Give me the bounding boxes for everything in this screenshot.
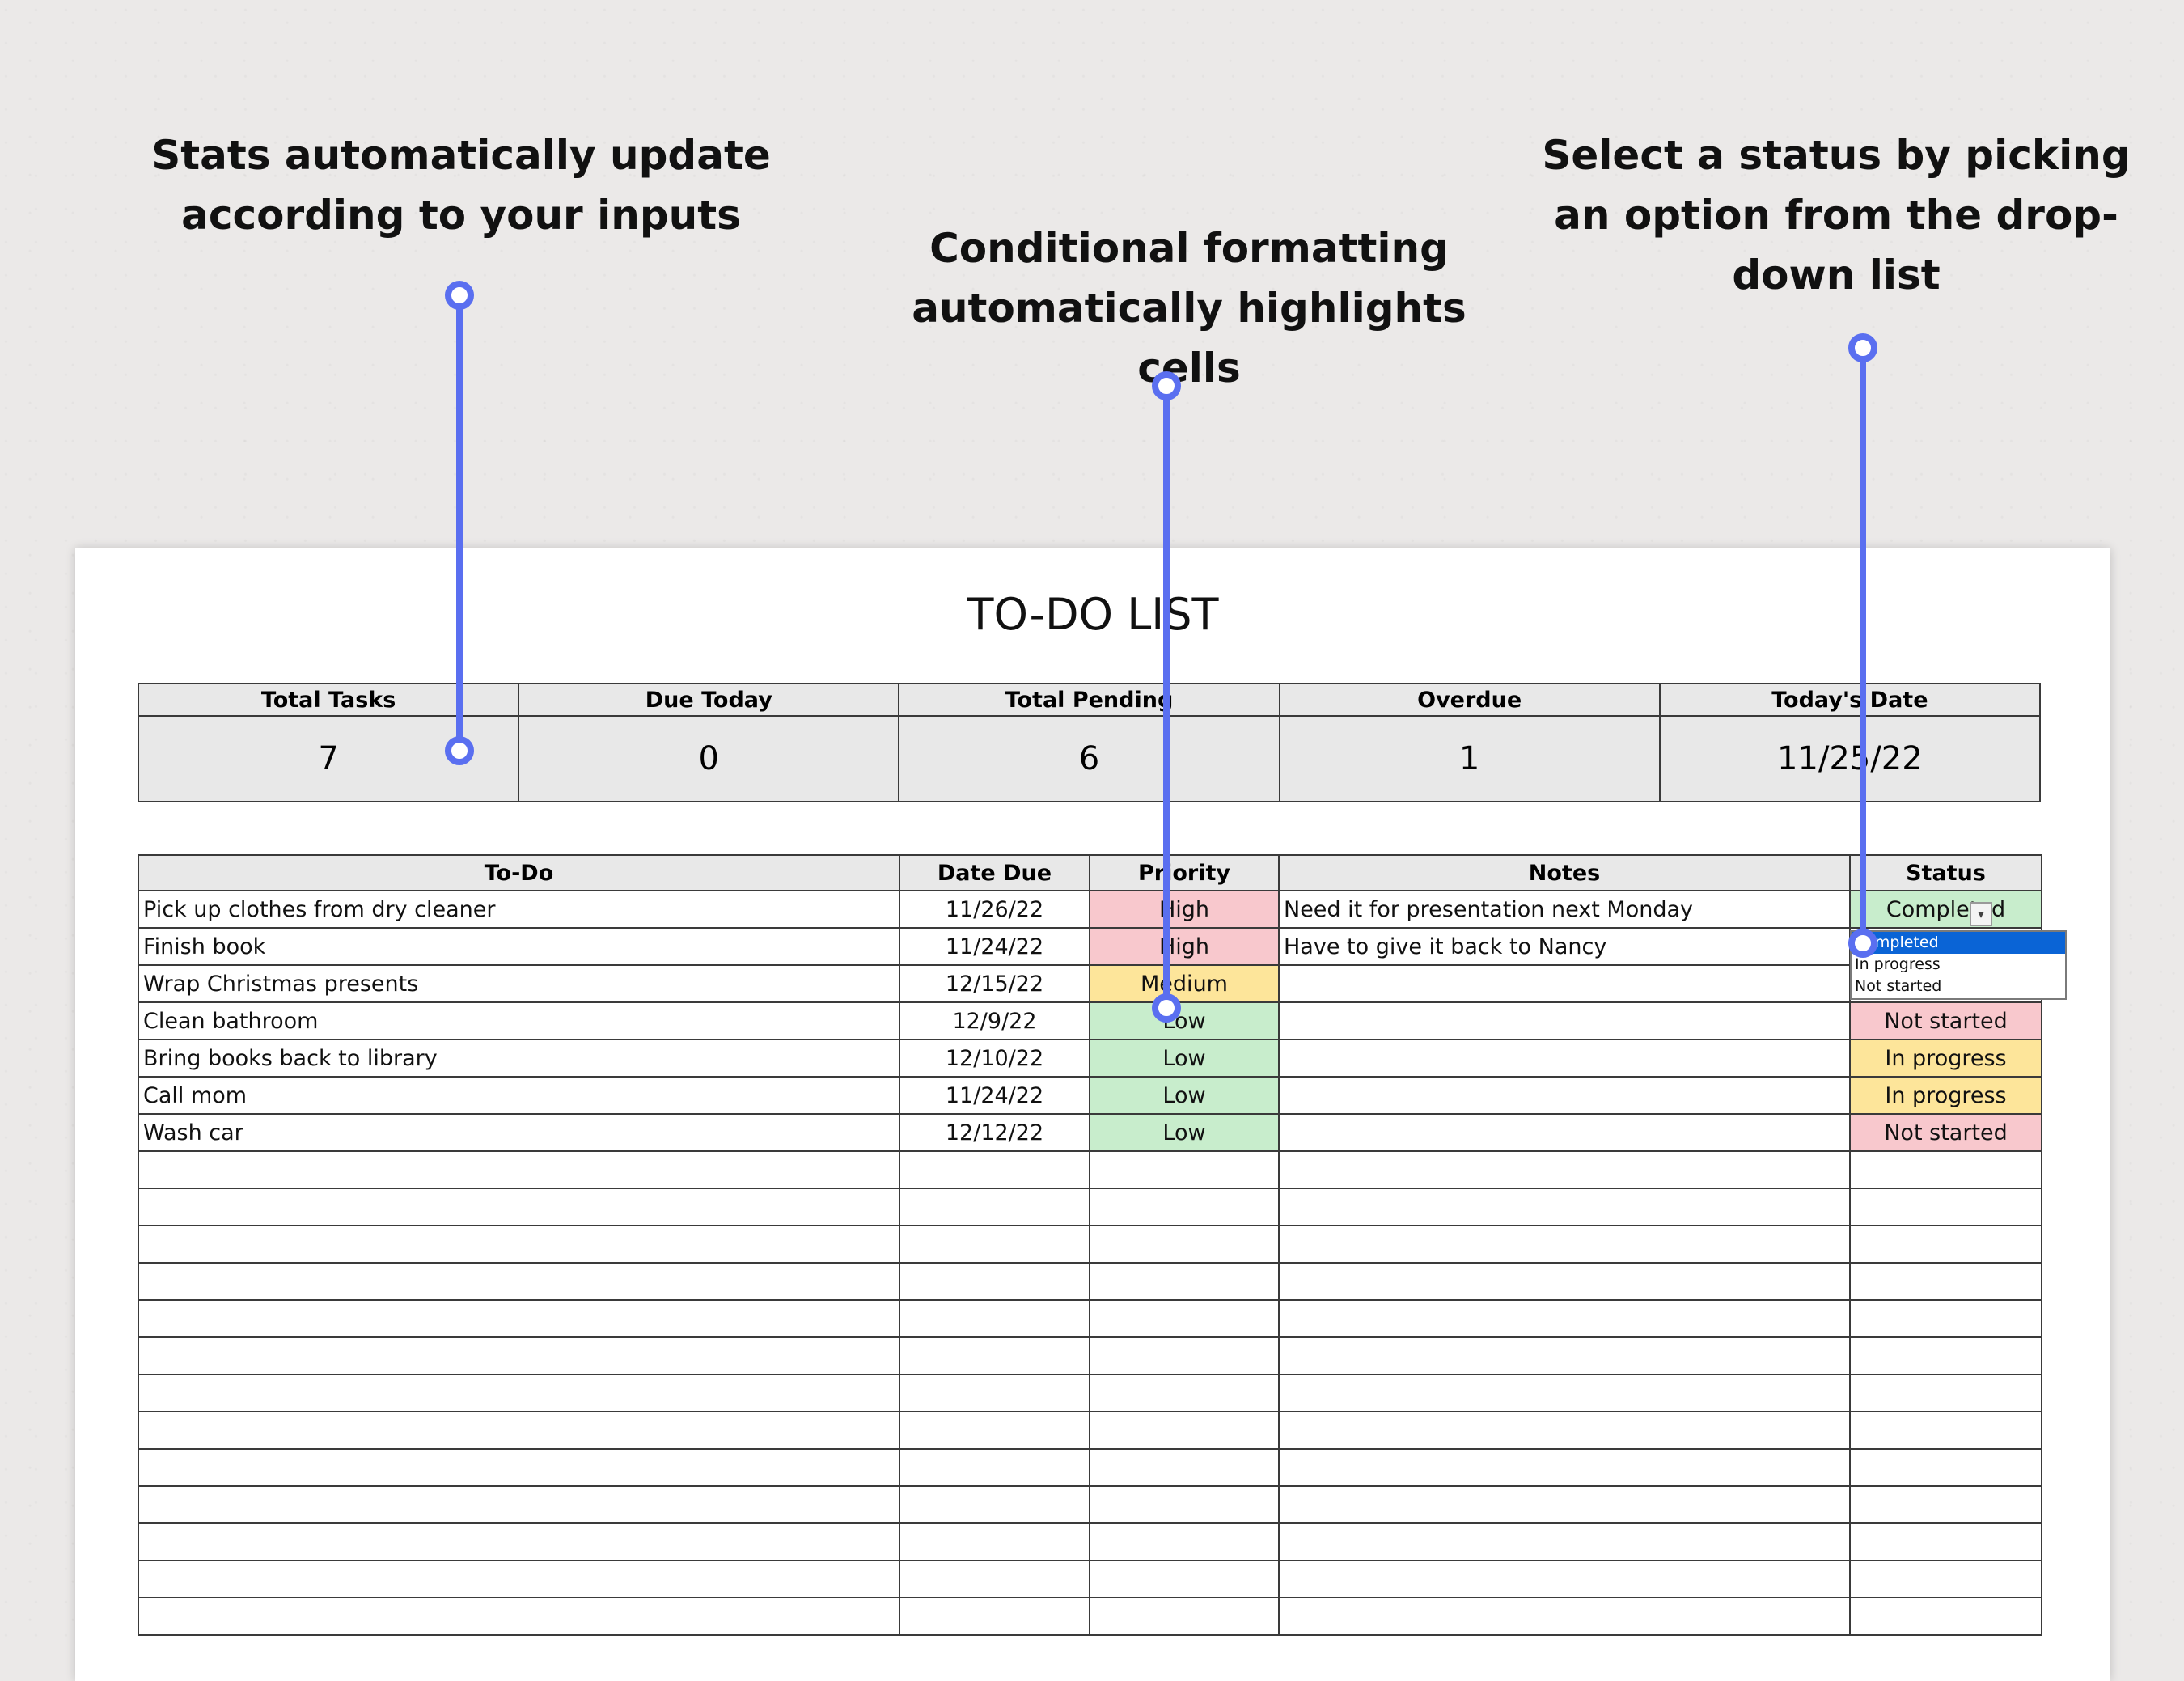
callout-connectors (445, 281, 1877, 1023)
connector-dot-dropdown-top (1848, 333, 1877, 362)
connector-dot-dropdown-bottom (1848, 929, 1877, 958)
connector-dot-formatting-bottom (1152, 993, 1181, 1023)
connector-dot-formatting-top (1152, 371, 1181, 400)
connector-dot-stats-bottom (445, 736, 474, 765)
connector-dot-stats-top (445, 281, 474, 310)
